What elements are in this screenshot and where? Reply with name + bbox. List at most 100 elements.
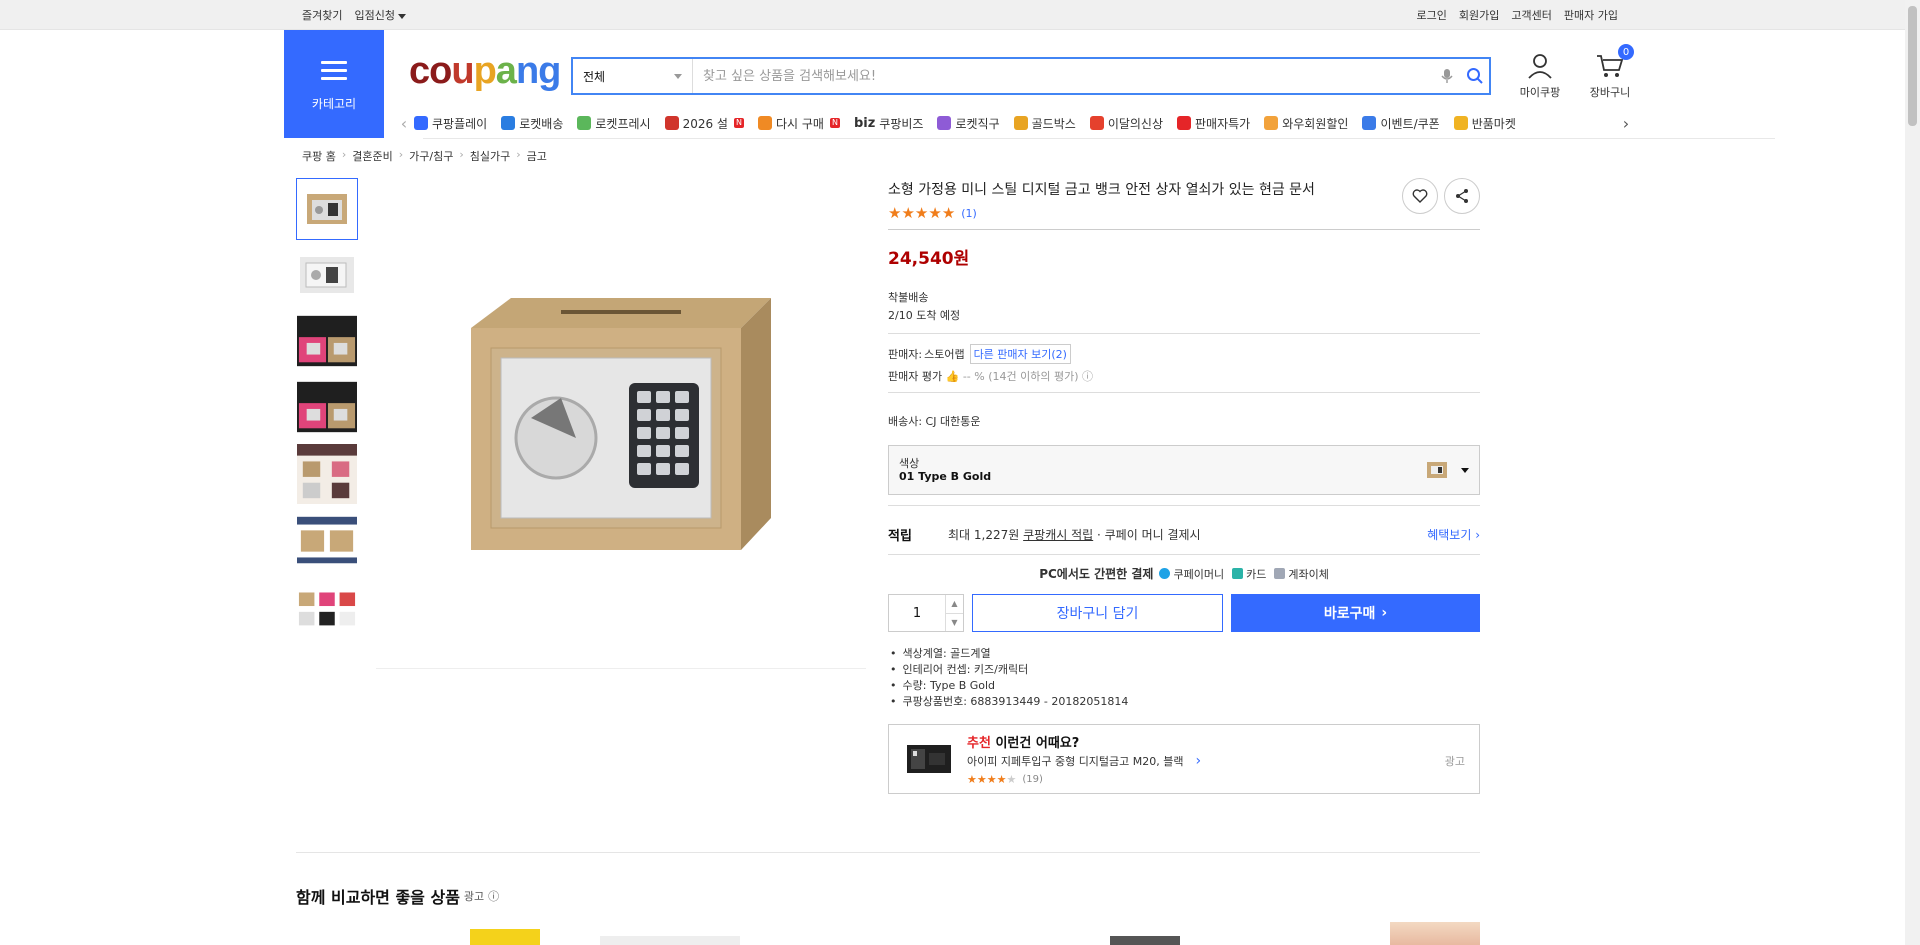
coupang-cash-link[interactable]: 쿠팡캐시 적립 (1023, 528, 1093, 542)
seller-apply-link[interactable]: 입점신청 (354, 7, 406, 23)
signup-link[interactable]: 회원가입 (1459, 7, 1499, 23)
recommendation-box[interactable]: 추천 이런건 어때요? 아이피 지페투입구 중형 디지털금고 M20, 블랙 › … (888, 724, 1480, 794)
thumbnail-2[interactable] (296, 244, 358, 306)
page-scrollbar[interactable] (1905, 0, 1920, 945)
recommended-product-name[interactable]: 아이피 지페투입구 중형 디지털금고 M20, 블랙 (967, 753, 1184, 769)
nav-prev-icon[interactable]: ‹ (394, 114, 414, 133)
coupang-logo[interactable]: coupang (409, 50, 561, 93)
payment-method: 계좌이체 (1274, 566, 1329, 582)
recommend-title-highlight: 추천 (967, 735, 991, 751)
breadcrumb-item[interactable]: 침실가구 (470, 148, 510, 164)
thumbnail-4[interactable] (296, 376, 358, 438)
favorite-button[interactable] (1402, 178, 1438, 214)
customer-center-link[interactable]: 고객센터 (1511, 7, 1551, 23)
thumbnail-1[interactable] (296, 178, 358, 240)
seller-name[interactable]: 스토어랩 (924, 346, 964, 362)
header-icons: 마이쿠팡 장바구니 0 (1514, 44, 1636, 100)
nav-item-icon (1264, 116, 1279, 130)
info-icon[interactable]: ⓘ (488, 888, 499, 904)
seller-evaluation: 판매자 평가 👍 -- % (14건 이하의 평가) ⓘ (888, 368, 1480, 384)
seller-signup-link[interactable]: 판매자 가입 (1564, 7, 1618, 23)
category-label: 카테고리 (311, 97, 357, 111)
recommend-review-count: (19) (1022, 773, 1043, 785)
spec-item: 색상계열: 골드계열 (888, 646, 1480, 662)
seller-eval-label: 판매자 평가 (888, 370, 943, 383)
caret-down-icon (397, 13, 406, 19)
product-actions (1402, 178, 1480, 214)
chevron-right-icon[interactable]: › (1196, 753, 1202, 769)
hamburger-icon (321, 56, 347, 85)
compare-item-image[interactable] (600, 922, 740, 945)
nav-item-icon (1177, 116, 1192, 130)
divider (888, 392, 1480, 393)
search-scope-select[interactable]: 전체 (573, 59, 693, 93)
nav-item[interactable]: 로켓직구 (937, 115, 1000, 132)
color-option-select[interactable]: 색상 01 Type B Gold (888, 445, 1480, 495)
nav-items: 쿠팡플레이 로켓배송 로켓프레시 2026 설 N 다시 구매 N biz 쿠팡비즈 로켓직구 골드… (414, 115, 1616, 132)
info-icon[interactable]: ⓘ (1082, 370, 1093, 383)
logo-letter: n (515, 50, 539, 92)
add-to-cart-button[interactable]: 장바구니 담기 (972, 594, 1223, 632)
thumbnail-6[interactable] (296, 510, 358, 572)
nav-item-label: 로켓프레시 (595, 116, 651, 131)
payment-title: PC에서도 간편한 결제 (1039, 567, 1154, 581)
product-info: 소형 가정용 미니 스틸 디지털 금고 뱅크 안전 상자 열쇠가 있는 현금 문… (888, 178, 1480, 794)
nav-item[interactable]: 판매자특가 (1177, 115, 1250, 132)
payment-methods: PC에서도 간편한 결제 쿠페이머니 카드 계좌이체 (888, 565, 1480, 582)
nav-item[interactable]: 로켓프레시 (577, 115, 651, 132)
nav-item[interactable]: 이벤트/쿠폰 (1362, 115, 1440, 132)
review-count[interactable]: (1) (961, 207, 977, 220)
quantity-value[interactable]: 1 (889, 595, 945, 631)
breadcrumb-item[interactable]: 가구/침구 (409, 148, 453, 164)
thumbnail-3[interactable] (296, 310, 358, 372)
favorites-link[interactable]: 즐겨찾기 (302, 7, 342, 23)
payment-method-label: 계좌이체 (1288, 567, 1329, 581)
top-utility-bar: 즐겨찾기 입점신청 로그인 회원가입 고객센터 판매자 가입 (0, 0, 1920, 30)
nav-item[interactable]: 골드박스 (1013, 115, 1076, 132)
shipping-type: 착불배송 (888, 291, 929, 304)
arrival-date: 2/10 도착 예정 (888, 309, 961, 322)
microphone-icon[interactable] (1433, 68, 1461, 84)
my-coupang-button[interactable]: 마이쿠팡 (1514, 52, 1566, 100)
breadcrumb-item[interactable]: 쿠팡 홈 (302, 148, 336, 164)
nav-next-icon[interactable]: › (1616, 114, 1636, 133)
quantity-up-icon[interactable]: ▲ (946, 595, 963, 614)
thumbnail-7[interactable] (296, 576, 358, 638)
other-sellers-button[interactable]: 다른 판매자 보기(2) (969, 344, 1071, 364)
nav-item[interactable]: 반품마켓 (1453, 115, 1516, 132)
share-button[interactable] (1444, 178, 1480, 214)
nav-item[interactable]: 와우회원할인 (1264, 115, 1348, 132)
scrollbar-thumb[interactable] (1908, 6, 1917, 126)
product-rating[interactable]: ★★★★★ (1) (888, 206, 1480, 221)
search-icon[interactable] (1461, 67, 1489, 85)
search-input[interactable] (693, 59, 1433, 93)
product-main-image[interactable] (376, 178, 866, 668)
benefits-link[interactable]: 혜택보기 › (1427, 526, 1480, 543)
nav-item-icon (937, 116, 952, 130)
category-button[interactable]: 카테고리 (284, 30, 384, 138)
compare-item-image[interactable] (1390, 922, 1480, 945)
quantity-down-icon[interactable]: ▼ (946, 614, 963, 632)
nav-item[interactable]: 로켓배송 (501, 115, 563, 132)
compare-item-image[interactable] (470, 922, 540, 945)
quantity-stepper[interactable]: 1 ▲ ▼ (888, 594, 964, 632)
cart-button[interactable]: 장바구니 0 (1584, 44, 1636, 100)
thumbnail-5[interactable] (296, 442, 358, 506)
compare-item-image[interactable] (1110, 922, 1180, 945)
login-link[interactable]: 로그인 (1417, 7, 1447, 23)
buy-now-button[interactable]: 바로구매 › (1231, 594, 1480, 632)
recommendation-name-row: 아이피 지페투입구 중형 디지털금고 M20, 블랙 › (967, 753, 1201, 769)
nav-item[interactable]: 다시 구매 N (757, 115, 840, 132)
nav-item[interactable]: 쿠팡플레이 (414, 115, 487, 132)
star-icon: ★ (914, 204, 929, 222)
breadcrumb-separator-icon: › (459, 148, 464, 161)
breadcrumb-item[interactable]: 금고 (527, 148, 547, 164)
nav-item-icon (414, 116, 428, 130)
nav-item[interactable]: 이달의신상 (1089, 115, 1163, 132)
breadcrumb-item[interactable]: 결혼준비 (352, 148, 392, 164)
nav-item[interactable]: 2026 설 N (664, 115, 744, 132)
star-icon: ★ (996, 772, 1007, 786)
new-badge: N (829, 118, 840, 128)
nav-item-label: 쿠팡비즈 (879, 116, 924, 131)
nav-item[interactable]: biz 쿠팡비즈 (854, 115, 924, 132)
